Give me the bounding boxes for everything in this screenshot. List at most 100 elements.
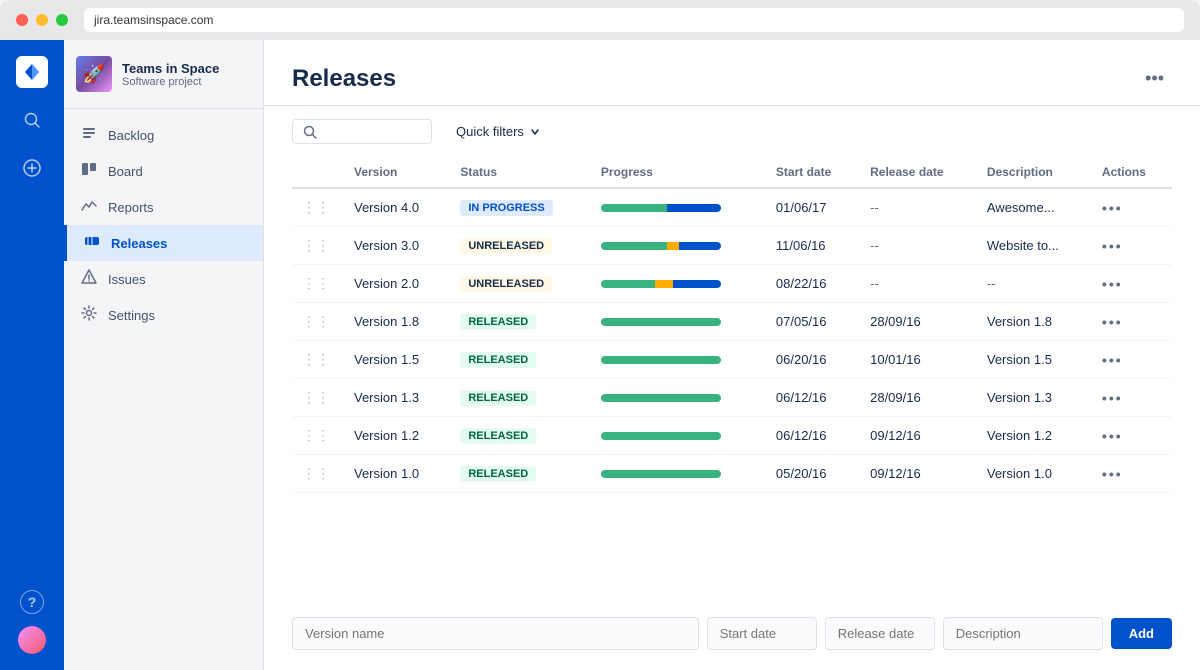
actions-cell[interactable]: ••• — [1092, 455, 1172, 493]
drag-handle-icon[interactable]: ⋮⋮ — [302, 199, 334, 215]
status-badge: RELEASED — [460, 466, 536, 482]
project-type: Software project — [122, 76, 251, 88]
drag-handle-cell[interactable]: ⋮⋮ — [292, 265, 344, 303]
chevron-down-icon — [530, 127, 540, 137]
drag-handle-icon[interactable]: ⋮⋮ — [302, 465, 334, 481]
actions-cell[interactable]: ••• — [1092, 265, 1172, 303]
drag-handle-icon[interactable]: ⋮⋮ — [302, 275, 334, 291]
start-date-cell: 06/12/16 — [766, 417, 860, 455]
address-bar[interactable]: jira.teamsinspace.com — [84, 8, 1184, 32]
description-input[interactable] — [943, 617, 1103, 650]
actions-cell[interactable]: ••• — [1092, 303, 1172, 341]
row-actions-menu[interactable]: ••• — [1102, 276, 1162, 292]
search-icon — [303, 125, 317, 139]
minimize-traffic-light[interactable] — [36, 14, 48, 26]
progress-green — [601, 318, 721, 326]
drag-handle-icon[interactable]: ⋮⋮ — [302, 389, 334, 405]
progress-cell — [591, 417, 766, 455]
version-name[interactable]: Version 1.3 — [354, 390, 419, 405]
release-date-input[interactable] — [825, 617, 935, 650]
version-cell: Version 1.2 — [344, 417, 450, 455]
drag-handle-icon[interactable]: ⋮⋮ — [302, 237, 334, 253]
settings-label: Settings — [108, 308, 155, 323]
sidebar-item-issues[interactable]: Issues — [64, 261, 263, 297]
actions-cell[interactable]: ••• — [1092, 188, 1172, 227]
version-name[interactable]: Version 2.0 — [354, 276, 419, 291]
actions-cell[interactable]: ••• — [1092, 341, 1172, 379]
progress-bar — [601, 432, 721, 440]
description-cell: -- — [977, 265, 1092, 303]
sidebar-item-releases[interactable]: Releases — [64, 225, 263, 261]
progress-green — [601, 280, 655, 288]
search-icon-left[interactable] — [16, 104, 48, 136]
version-name[interactable]: Version 1.5 — [354, 352, 419, 367]
row-actions-menu[interactable]: ••• — [1102, 428, 1162, 444]
drag-handle-cell[interactable]: ⋮⋮ — [292, 341, 344, 379]
logo-icon[interactable] — [16, 56, 48, 88]
start-date-input[interactable] — [707, 617, 817, 650]
progress-cell — [591, 303, 766, 341]
drag-handle-cell[interactable]: ⋮⋮ — [292, 227, 344, 265]
release-date-cell: -- — [860, 265, 977, 303]
row-actions-menu[interactable]: ••• — [1102, 238, 1162, 254]
version-name[interactable]: Version 3.0 — [354, 238, 419, 253]
table-row: ⋮⋮ Version 1.3 RELEASED 06/12/16 28/09/1… — [292, 379, 1172, 417]
row-actions-menu[interactable]: ••• — [1102, 390, 1162, 406]
progress-cell — [591, 455, 766, 493]
drag-handle-cell[interactable]: ⋮⋮ — [292, 303, 344, 341]
project-header[interactable]: 🚀 Teams in Space Software project — [64, 40, 263, 109]
actions-cell[interactable]: ••• — [1092, 379, 1172, 417]
header-actions: ••• — [1137, 64, 1172, 93]
table-row: ⋮⋮ Version 3.0 UNRELEASED 11/06/16 -- We… — [292, 227, 1172, 265]
sidebar-item-settings[interactable]: Settings — [64, 297, 263, 333]
sidebar-item-reports[interactable]: Reports — [64, 189, 263, 225]
create-icon[interactable] — [16, 152, 48, 184]
col-start-date: Start date — [766, 157, 860, 188]
drag-handle-cell[interactable]: ⋮⋮ — [292, 188, 344, 227]
version-name[interactable]: Version 1.0 — [354, 466, 419, 481]
user-avatar[interactable] — [18, 626, 46, 654]
actions-cell[interactable]: ••• — [1092, 417, 1172, 455]
row-actions-menu[interactable]: ••• — [1102, 200, 1162, 216]
version-name-input[interactable] — [292, 617, 699, 650]
main-header: Releases ••• — [264, 40, 1200, 106]
sidebar-item-board[interactable]: Board — [64, 153, 263, 189]
search-input[interactable] — [323, 124, 413, 139]
releases-table: Version Status Progress Start date Relea… — [264, 157, 1200, 609]
row-actions-menu[interactable]: ••• — [1102, 352, 1162, 368]
release-date-cell: 09/12/16 — [860, 417, 977, 455]
description-cell: Version 1.8 — [977, 303, 1092, 341]
progress-bar — [601, 318, 721, 326]
drag-handle-icon[interactable]: ⋮⋮ — [302, 351, 334, 367]
table-body: ⋮⋮ Version 4.0 IN PROGRESS 01/06/17 -- A… — [292, 188, 1172, 493]
toolbar: Quick filters — [264, 106, 1200, 157]
more-actions-button[interactable]: ••• — [1137, 64, 1172, 93]
url-text: jira.teamsinspace.com — [94, 13, 213, 27]
fullscreen-traffic-light[interactable] — [56, 14, 68, 26]
progress-green — [601, 432, 721, 440]
add-version-button[interactable]: Add — [1111, 618, 1172, 649]
sidebar-item-backlog[interactable]: Backlog — [64, 117, 263, 153]
status-cell: RELEASED — [450, 303, 591, 341]
drag-handle-cell[interactable]: ⋮⋮ — [292, 417, 344, 455]
row-actions-menu[interactable]: ••• — [1102, 466, 1162, 482]
progress-green — [601, 204, 667, 212]
version-name[interactable]: Version 4.0 — [354, 200, 419, 215]
drag-handle-icon[interactable]: ⋮⋮ — [302, 313, 334, 329]
status-badge: RELEASED — [460, 352, 536, 368]
drag-handle-icon[interactable]: ⋮⋮ — [302, 427, 334, 443]
app-container: ? 🚀 Teams in Space Software project — [0, 40, 1200, 670]
search-box[interactable] — [292, 119, 432, 144]
status-badge: RELEASED — [460, 314, 536, 330]
drag-handle-cell[interactable]: ⋮⋮ — [292, 379, 344, 417]
quick-filters-button[interactable]: Quick filters — [444, 118, 552, 145]
help-icon[interactable]: ? — [20, 590, 44, 614]
version-name[interactable]: Version 1.2 — [354, 428, 419, 443]
actions-cell[interactable]: ••• — [1092, 227, 1172, 265]
version-name[interactable]: Version 1.8 — [354, 314, 419, 329]
row-actions-menu[interactable]: ••• — [1102, 314, 1162, 330]
progress-cell — [591, 265, 766, 303]
drag-handle-cell[interactable]: ⋮⋮ — [292, 455, 344, 493]
progress-bar — [601, 394, 721, 402]
close-traffic-light[interactable] — [16, 14, 28, 26]
